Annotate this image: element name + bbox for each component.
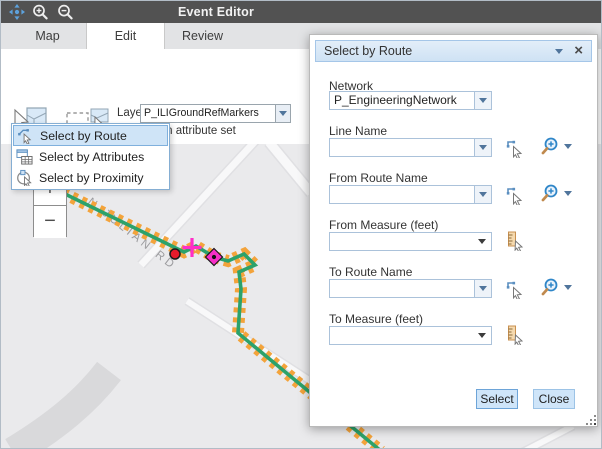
chevron-down-icon <box>479 192 487 197</box>
menu-item-label: Select by Proximity <box>39 171 144 185</box>
to-route-zoom-dropdown-arrow[interactable] <box>564 285 572 290</box>
pan-icon[interactable] <box>8 4 26 20</box>
panel-header[interactable]: Select by Route × <box>315 40 592 62</box>
from-measure-pick-icon[interactable] <box>505 231 525 251</box>
close-button[interactable]: Close <box>533 389 575 409</box>
menu-item-select-by-route[interactable]: Select by Route <box>13 125 168 146</box>
panel-close-icon[interactable]: × <box>574 42 583 59</box>
to-route-zoom-lookup-icon[interactable] <box>540 277 560 297</box>
network-combobox[interactable]: P_EngineeringNetwork <box>329 91 475 110</box>
chevron-down-icon <box>479 145 487 150</box>
to-measure-combobox[interactable] <box>329 326 492 345</box>
zoom-out-icon[interactable] <box>57 4 75 20</box>
panel-collapse-icon[interactable] <box>555 49 563 54</box>
attributes-table-icon <box>16 148 33 165</box>
from-route-map-pick-icon[interactable] <box>505 185 525 205</box>
titlebar: Event Editor <box>1 1 602 23</box>
from-route-zoom-lookup-icon[interactable] <box>540 183 560 203</box>
tab-map[interactable]: Map <box>9 23 86 49</box>
network-dropdown-button[interactable] <box>474 91 492 110</box>
line-name-label: Line Name <box>329 124 387 138</box>
line-name-zoom-lookup-icon[interactable] <box>540 136 560 156</box>
route-select-icon <box>17 127 34 144</box>
from-measure-label: From Measure (feet) <box>329 218 438 232</box>
from-measure-dropdown-arrow[interactable] <box>478 239 486 244</box>
wide-road <box>13 371 109 449</box>
tab-edit[interactable]: Edit <box>86 23 165 50</box>
menu-item-label: Select by Attributes <box>39 150 144 164</box>
to-measure-dropdown-arrow[interactable] <box>478 333 486 338</box>
to-route-map-pick-icon[interactable] <box>505 279 525 299</box>
to-route-name-combobox[interactable] <box>329 279 475 298</box>
layer-dropdown-button[interactable] <box>275 104 291 123</box>
line-name-zoom-dropdown-arrow[interactable] <box>564 144 572 149</box>
to-route-name-dropdown-button[interactable] <box>474 279 492 298</box>
from-route-zoom-dropdown-arrow[interactable] <box>564 191 572 196</box>
panel-resize-grip[interactable] <box>584 413 597 426</box>
event-editor-window: Event Editor Map Edit Review Select <box>0 0 602 449</box>
menu-item-label: Select by Route <box>40 129 127 143</box>
select-button[interactable]: Select <box>476 389 518 409</box>
tab-review[interactable]: Review <box>164 23 241 49</box>
layer-combobox[interactable]: P_ILIGroundRefMarkers <box>140 104 279 123</box>
app-title: Event Editor <box>151 5 281 19</box>
from-route-name-dropdown-button[interactable] <box>474 185 492 204</box>
chevron-down-icon <box>479 286 487 291</box>
from-measure-combobox[interactable] <box>329 232 492 251</box>
from-route-name-combobox[interactable] <box>329 185 475 204</box>
to-measure-label: To Measure (feet) <box>329 312 423 326</box>
line-name-map-pick-icon[interactable] <box>505 138 525 158</box>
select-by-route-panel: Select by Route × Network P_EngineeringN… <box>309 34 598 427</box>
red-point-marker <box>170 249 180 259</box>
zoom-in-icon[interactable] <box>32 4 50 20</box>
panel-title: Select by Route <box>324 44 412 58</box>
line-name-dropdown-button[interactable] <box>474 138 492 157</box>
menu-item-select-by-attributes[interactable]: Select by Attributes <box>13 146 168 167</box>
to-route-name-label: To Route Name <box>329 265 412 279</box>
from-route-name-label: From Route Name <box>329 171 428 185</box>
map-zoom-out-button[interactable]: − <box>34 206 66 238</box>
select-dropdown-menu: Select by Route Select by Attributes <box>11 123 170 190</box>
proximity-circle-icon <box>16 169 33 186</box>
to-measure-pick-icon[interactable] <box>505 325 525 345</box>
chevron-down-icon <box>479 98 487 103</box>
menu-item-select-by-proximity[interactable]: Select by Proximity <box>13 167 168 188</box>
chevron-down-icon <box>279 111 287 116</box>
line-name-combobox[interactable] <box>329 138 475 157</box>
